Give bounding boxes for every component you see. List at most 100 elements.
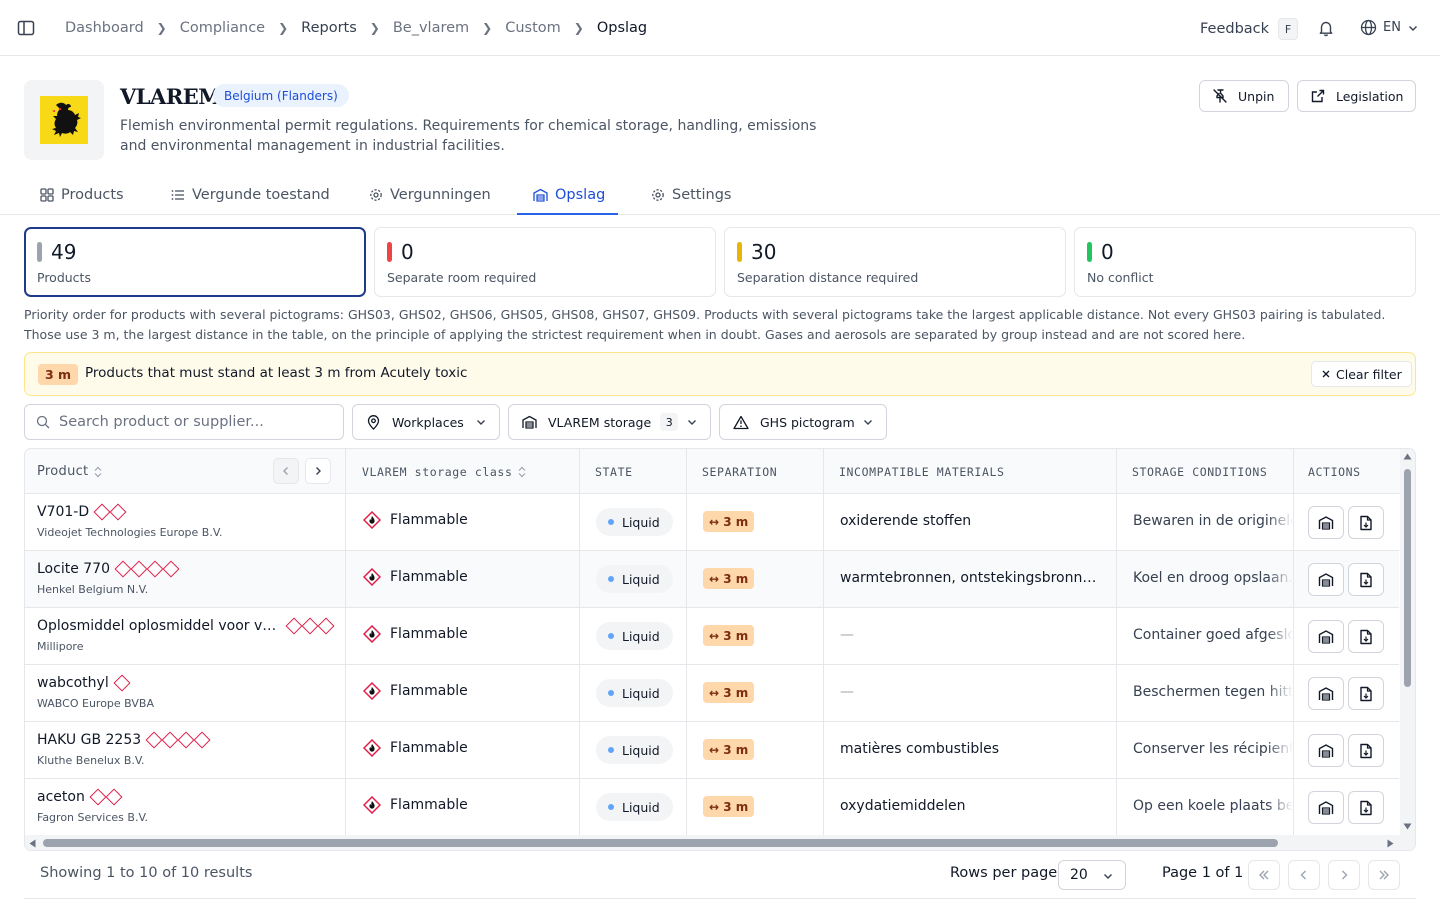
stat-card-separate-room[interactable]: 0 Separate room required xyxy=(374,227,716,297)
document-action-button[interactable] xyxy=(1348,791,1384,824)
bell-icon[interactable] xyxy=(1317,19,1335,37)
storage-action-button[interactable] xyxy=(1308,563,1344,596)
product-name[interactable]: wabcothyl xyxy=(37,675,109,691)
first-page-button[interactable] xyxy=(1248,860,1280,890)
legislation-button[interactable]: Legislation xyxy=(1297,80,1416,112)
storage-action-button[interactable] xyxy=(1308,734,1344,767)
clear-filter-button[interactable]: Clear filter xyxy=(1311,361,1412,387)
ghs-pictogram-icon xyxy=(161,731,179,749)
vertical-scrollbar[interactable] xyxy=(1400,449,1415,835)
distance-badge: 3 m xyxy=(38,364,79,385)
breadcrumb-compliance[interactable]: Compliance xyxy=(180,20,265,36)
sidebar-toggle-icon[interactable] xyxy=(17,19,35,37)
previous-page-button[interactable] xyxy=(1288,860,1320,890)
ghs-pictogram-dropdown[interactable]: GHS pictogram xyxy=(719,404,887,440)
cell-incompatible: — xyxy=(824,665,1116,721)
table-row[interactable]: wabcothyl WABCO Europe BVBA Flammable Liqui… xyxy=(25,665,1399,722)
product-name[interactable]: Oplosmiddel oplosmiddel voor vol… xyxy=(37,618,281,634)
chevron-down-icon xyxy=(1102,870,1114,882)
tab-vergunde-toestand-label: Vergunde toestand xyxy=(192,187,330,203)
column-divider xyxy=(579,449,580,835)
cell-actions xyxy=(1294,608,1400,664)
warning-triangle-icon xyxy=(733,415,749,430)
stat-label: No conflict xyxy=(1087,270,1154,285)
horizontal-scrollbar[interactable] xyxy=(25,835,1415,850)
tab-bar: Products Vergunde toestand Vergunningen … xyxy=(0,176,1440,215)
scroll-right-arrow-icon xyxy=(1387,839,1394,848)
supplier-name: Fagron Services B.V. xyxy=(37,811,149,824)
vlarem-storage-dropdown[interactable]: VLAREM storage 3 xyxy=(508,404,711,440)
product-name[interactable]: Locite 770 xyxy=(37,561,110,577)
stat-card-separation-distance[interactable]: 30 Separation distance required xyxy=(724,227,1066,297)
chevrons-right-icon xyxy=(1377,869,1391,881)
cell-separation: ↔ 3 m xyxy=(687,779,823,835)
selected-count-badge: 3 xyxy=(660,413,679,431)
ghs-pictogram-icon xyxy=(285,617,303,635)
breadcrumb-reports[interactable]: Reports xyxy=(301,20,357,36)
product-name[interactable]: HAKU GB 2253 xyxy=(37,732,141,748)
workplaces-label: Workplaces xyxy=(392,414,464,430)
scroll-up-arrow-icon xyxy=(1403,453,1412,460)
tab-settings[interactable]: Settings xyxy=(651,176,731,214)
workplaces-dropdown[interactable]: Workplaces xyxy=(352,404,500,440)
product-name[interactable]: V701-D xyxy=(37,504,89,520)
breadcrumb-be-vlarem[interactable]: Be_vlarem xyxy=(393,20,469,36)
document-action-button[interactable] xyxy=(1348,563,1384,596)
scroll-left-button[interactable] xyxy=(273,458,299,484)
table-row[interactable]: HAKU GB 2253 Kluthe Benelux B.V. Flammable… xyxy=(25,722,1399,779)
document-action-button[interactable] xyxy=(1348,734,1384,767)
feedback-button[interactable]: Feedback F xyxy=(1200,18,1299,40)
storage-conditions: Container goed afgesloten houden xyxy=(1133,627,1293,643)
horizontal-scroll-thumb[interactable] xyxy=(43,839,1278,847)
product-name-line: aceton xyxy=(37,788,123,806)
search-icon xyxy=(36,415,50,429)
rows-per-page-select[interactable]: 20 xyxy=(1058,860,1126,890)
column-header-incompatible: INCOMPATIBLE MATERIALS xyxy=(839,464,1005,479)
chevron-down-icon xyxy=(1407,22,1419,34)
gear-icon xyxy=(651,188,665,202)
storage-action-button[interactable] xyxy=(1308,791,1344,824)
table-row[interactable]: Oplosmiddel oplosmiddel voor vol… Millipo… xyxy=(25,608,1399,665)
search-input[interactable] xyxy=(59,414,329,430)
storage-action-button[interactable] xyxy=(1308,620,1344,653)
ghs-pictogram-icon xyxy=(301,617,319,635)
incompatible-materials: — xyxy=(840,627,854,643)
stat-card-products[interactable]: 49 Products xyxy=(24,227,366,297)
product-name-line: V701-D xyxy=(37,503,127,521)
ghs-pictogram-icon xyxy=(114,560,132,578)
grid-icon xyxy=(40,188,54,202)
stat-color-bar xyxy=(737,242,742,262)
stat-card-no-conflict[interactable]: 0 No conflict xyxy=(1074,227,1416,297)
products-table: Product VLAREM storage class STATE SEPAR… xyxy=(24,448,1416,851)
ghs-pictogram-icon xyxy=(146,560,164,578)
table-row[interactable]: Locite 770 Henkel Belgium N.V. Flammable Li… xyxy=(25,551,1399,608)
storage-class: Flammable xyxy=(390,683,468,699)
document-action-button[interactable] xyxy=(1348,620,1384,653)
tab-opslag[interactable]: Opslag xyxy=(517,176,618,215)
document-action-button[interactable] xyxy=(1348,506,1384,539)
unpin-button[interactable]: Unpin xyxy=(1199,80,1289,112)
table-row[interactable]: V701-D Videojet Technologies Europe B.V. F… xyxy=(25,494,1399,551)
search-box xyxy=(24,404,344,440)
breadcrumb-custom[interactable]: Custom xyxy=(505,20,561,36)
column-header-storage-class[interactable]: VLAREM storage class xyxy=(346,449,579,494)
scroll-right-button[interactable] xyxy=(305,458,331,484)
breadcrumb-dashboard[interactable]: Dashboard xyxy=(65,20,144,36)
stat-label: Products xyxy=(37,270,91,285)
vertical-scroll-thumb[interactable] xyxy=(1404,469,1411,687)
product-name[interactable]: aceton xyxy=(37,789,85,805)
tab-vergunningen[interactable]: Vergunningen xyxy=(369,176,491,214)
cell-actions xyxy=(1294,494,1400,550)
cell-product: wabcothyl WABCO Europe BVBA xyxy=(25,665,345,721)
tab-products[interactable]: Products xyxy=(40,176,124,214)
document-action-button[interactable] xyxy=(1348,677,1384,710)
tab-vergunde-toestand[interactable]: Vergunde toestand xyxy=(171,176,330,214)
flame-pictogram-icon xyxy=(363,796,381,814)
last-page-button[interactable] xyxy=(1368,860,1400,890)
storage-action-button[interactable] xyxy=(1308,677,1344,710)
table-row[interactable]: aceton Fagron Services B.V. Flammable Liqui… xyxy=(25,779,1399,836)
language-selector[interactable]: EN xyxy=(1360,19,1419,36)
divider xyxy=(24,898,1416,899)
next-page-button[interactable] xyxy=(1328,860,1360,890)
storage-action-button[interactable] xyxy=(1308,506,1344,539)
